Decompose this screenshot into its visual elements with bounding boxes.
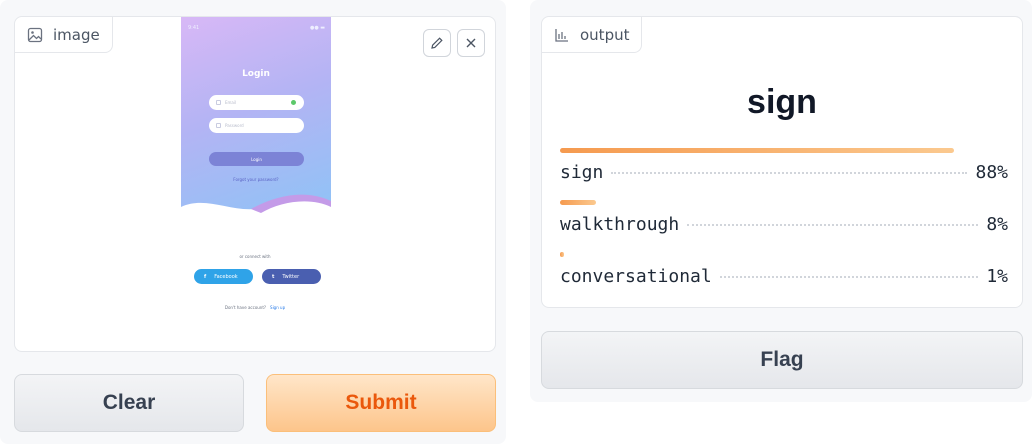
- mockup-login-button: Login: [209, 152, 304, 166]
- leader-dots: [687, 224, 979, 226]
- confidence-label: sign: [560, 162, 604, 183]
- confidence-label: walkthrough: [560, 214, 680, 235]
- mockup-status-icons: ●● ▬: [309, 25, 325, 31]
- confidence-label: conversational: [560, 266, 712, 287]
- mockup-forgot-link: Forgot your password?: [233, 177, 279, 182]
- confidence-bar: [560, 252, 565, 257]
- edit-icon: [431, 37, 443, 49]
- mockup-signup-text: Don't have account? Sign up: [15, 305, 495, 310]
- confidence-bar: [560, 148, 955, 153]
- output-label-tag: output: [542, 17, 643, 53]
- clear-image-button[interactable]: [457, 29, 485, 57]
- edit-button[interactable]: [423, 29, 451, 57]
- check-icon: [291, 100, 296, 105]
- output-label-card: output sign sign 88% walkthrough 8% conv…: [541, 16, 1023, 308]
- facebook-icon: f: [204, 273, 207, 280]
- mockup-facebook-label: Facebook: [214, 273, 238, 280]
- confidence-row: conversational 1%: [560, 252, 1008, 287]
- image-label-tag: image: [15, 17, 113, 53]
- uploaded-image-mockup: 9:41 ●● ▬ Login Email Password Login For…: [181, 17, 331, 223]
- image-label: image: [53, 25, 100, 44]
- mockup-email-placeholder: Email: [225, 100, 237, 105]
- mockup-email-field: Email: [209, 95, 304, 110]
- mockup-status-time: 9:41: [188, 25, 200, 31]
- confidence-value: 1%: [986, 266, 1008, 287]
- flag-button[interactable]: Flag: [541, 331, 1023, 389]
- submit-button[interactable]: Submit: [266, 374, 496, 432]
- clear-button[interactable]: Clear: [14, 374, 244, 432]
- confidence-value: 88%: [975, 162, 1008, 183]
- close-icon: [466, 38, 476, 48]
- output-label: output: [580, 25, 630, 44]
- leader-dots: [719, 276, 979, 278]
- mockup-twitter-label: Twitter: [282, 273, 300, 280]
- bar-chart-icon: [555, 28, 568, 42]
- mockup-connect-text: or connect with: [239, 254, 271, 259]
- image-input[interactable]: 9:41 ●● ▬ Login Email Password Login For…: [14, 16, 496, 352]
- mockup-password-placeholder: Password: [225, 123, 244, 128]
- mockup-no-account: Don't have account?: [224, 305, 267, 310]
- image-icon: [27, 27, 43, 42]
- confidence-bar: [560, 200, 596, 205]
- lock-icon: [216, 123, 221, 128]
- mail-icon: [216, 100, 221, 105]
- mockup-twitter-button: t Twitter: [262, 269, 321, 284]
- leader-dots: [611, 172, 968, 174]
- mockup-password-field: Password: [209, 118, 304, 133]
- mockup-facebook-button: f Facebook: [194, 269, 253, 284]
- confidence-row: walkthrough 8%: [560, 200, 1008, 235]
- mockup-login-title: Login: [242, 69, 270, 79]
- twitter-icon: t: [272, 273, 275, 280]
- mockup-signup-link: Sign up: [270, 305, 286, 310]
- confidence-row: sign 88%: [560, 148, 1008, 183]
- predicted-label: sign: [747, 83, 817, 121]
- mockup-wave-decoration: [181, 194, 331, 223]
- confidence-value: 8%: [986, 214, 1008, 235]
